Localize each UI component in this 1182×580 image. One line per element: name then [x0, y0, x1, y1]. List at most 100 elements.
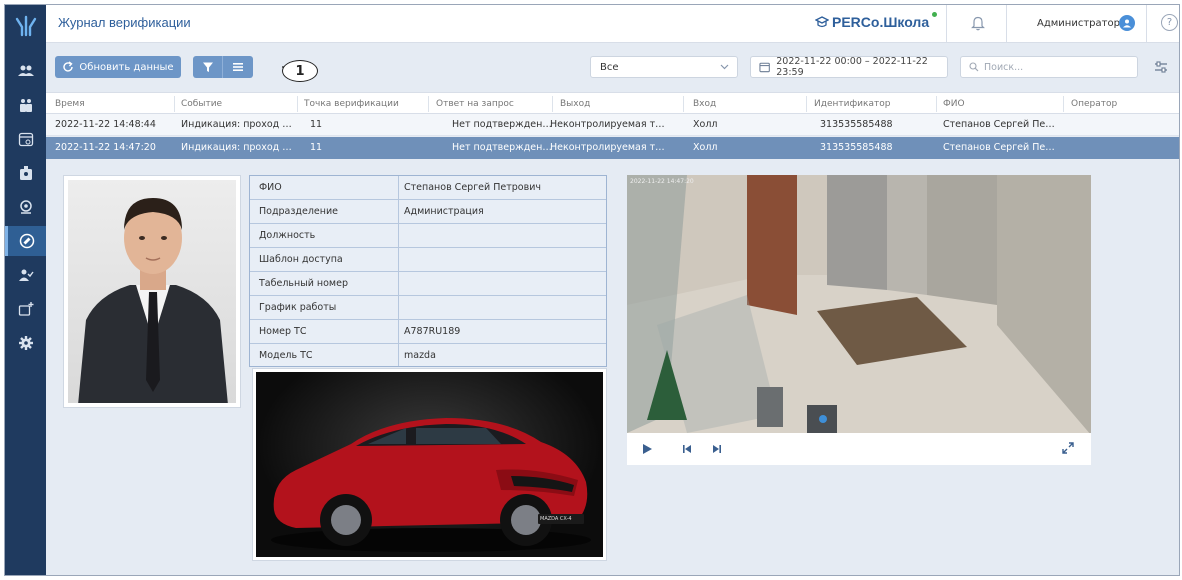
date-range-value: 2022-11-22 00:00 – 2022-11-22 23:59	[776, 56, 928, 78]
user-name[interactable]: Администратор	[1037, 18, 1120, 29]
sidebar-item-schedule[interactable]	[5, 124, 46, 154]
callout-number: 1	[282, 60, 318, 82]
filter-icon	[202, 62, 213, 72]
column-header-event[interactable]: Событие	[181, 93, 222, 115]
info-row-personnel-number: Табельный номер	[250, 272, 606, 296]
cell-response: Нет подтверждения	[452, 119, 552, 130]
user-check-icon	[18, 269, 34, 281]
cell-entry: Холл	[693, 119, 718, 130]
column-separator[interactable]	[297, 96, 298, 112]
chevron-down-icon	[720, 64, 729, 70]
column-separator[interactable]	[552, 96, 553, 112]
info-label: Табельный номер	[259, 278, 348, 289]
column-header-operator[interactable]: Оператор	[1071, 93, 1117, 115]
header: Журнал верификации PERCo.Школа Администр…	[46, 5, 1179, 43]
bell-icon[interactable]	[971, 15, 985, 31]
sidebar-item-settings[interactable]	[5, 328, 46, 358]
sidebar-item-users[interactable]	[5, 56, 46, 86]
column-separator[interactable]	[1063, 96, 1064, 112]
info-label: Шаблон доступа	[259, 254, 343, 265]
user-avatar-icon[interactable]	[1119, 15, 1135, 31]
brand-logo[interactable]: PERCo.Школа	[815, 14, 929, 30]
column-separator[interactable]	[936, 96, 937, 112]
column-header-checkpoint[interactable]: Точка верификации	[304, 93, 399, 115]
app-window: Журнал верификации PERCo.Школа Администр…	[4, 4, 1180, 576]
search-input[interactable]: Поиск...	[960, 56, 1138, 78]
table-row[interactable]: 2022-11-22 14:48:44 Индикация: проход со…	[46, 114, 1179, 136]
table-row-selected[interactable]: 2022-11-22 14:47:20 Индикация: проход со…	[46, 137, 1179, 159]
help-icon[interactable]: ?	[1161, 14, 1178, 31]
column-header-fullname[interactable]: ФИО	[943, 93, 965, 115]
cell-response: Нет подтверждения	[452, 142, 552, 153]
play-icon[interactable]	[642, 443, 653, 455]
menu-button[interactable]	[223, 56, 253, 78]
refresh-icon	[63, 61, 74, 72]
search-placeholder: Поиск...	[984, 61, 1024, 73]
info-row-vehicle-model: Модель ТС mazda	[250, 344, 606, 368]
column-header-identifier[interactable]: Идентификатор	[814, 93, 890, 115]
refresh-button[interactable]: Обновить данные	[55, 56, 181, 78]
skip-forward-icon[interactable]	[712, 444, 722, 454]
cell-checkpoint: 11	[310, 142, 323, 153]
vehicle-photo: MAZDA CX-4	[252, 368, 607, 561]
sidebar-item-add-device[interactable]	[5, 294, 46, 324]
sidebar-item-badges[interactable]	[5, 158, 46, 188]
employee-photo	[63, 175, 241, 408]
cell-fullname: Степанов Сергей Петр...	[943, 119, 1058, 130]
column-separator[interactable]	[428, 96, 429, 112]
cell-exit: Неконтролируемая те...	[550, 142, 670, 153]
cell-event: Индикация: проход со...	[181, 142, 293, 153]
sliders-icon[interactable]	[1153, 59, 1169, 75]
info-value: Степанов Сергей Петрович	[404, 182, 541, 193]
cell-checkpoint: 11	[310, 119, 323, 130]
main-area: Журнал верификации PERCo.Школа Администр…	[46, 5, 1179, 575]
sidebar-item-locations[interactable]	[5, 192, 46, 222]
column-header-entry[interactable]: Вход	[693, 93, 716, 115]
column-separator[interactable]	[683, 96, 684, 112]
search-icon	[969, 62, 979, 72]
info-row-department: Подразделение Администрация	[250, 200, 606, 224]
info-row-fullname: ФИО Степанов Сергей Петрович	[250, 176, 606, 200]
sidebar-item-verification[interactable]	[5, 226, 46, 256]
divider	[1006, 5, 1007, 43]
column-header-response[interactable]: Ответ на запрос	[436, 93, 514, 115]
date-range-picker[interactable]: 2022-11-22 00:00 – 2022-11-22 23:59	[750, 56, 948, 78]
video-controls	[627, 433, 1091, 463]
users-icon	[17, 65, 34, 76]
column-header-exit[interactable]: Выход	[560, 93, 590, 115]
gear-icon	[18, 336, 33, 350]
column-separator[interactable]	[806, 96, 807, 112]
badge-icon	[19, 166, 32, 180]
cell-operator	[1071, 114, 1171, 136]
column-separator[interactable]	[174, 96, 175, 112]
info-label: Подразделение	[259, 206, 338, 217]
event-filter-select[interactable]: Все	[590, 56, 738, 78]
employees-icon	[19, 99, 32, 112]
cell-identifier: 313535585488	[820, 142, 893, 153]
filter-button[interactable]	[193, 56, 223, 78]
info-label: Модель ТС	[259, 350, 313, 361]
refresh-button-label: Обновить данные	[79, 61, 174, 73]
page-title: Журнал верификации	[58, 15, 191, 30]
sidebar-item-user-check[interactable]	[5, 260, 46, 290]
cell-operator	[1071, 137, 1171, 159]
online-status-dot	[932, 12, 937, 17]
verification-icon	[19, 233, 35, 249]
skip-back-icon[interactable]	[682, 444, 692, 454]
camera-feed-image: 2022-11-22 14:47:20	[627, 175, 1091, 433]
sidebar-item-employees[interactable]	[5, 90, 46, 120]
brand-name: PERCo.Школа	[832, 14, 930, 30]
add-device-icon	[18, 302, 33, 316]
fullscreen-icon[interactable]	[1062, 442, 1074, 454]
car-plate-text: MAZDA CX-4	[540, 516, 572, 522]
person-portrait-image	[68, 180, 236, 403]
logo-icon[interactable]	[5, 5, 46, 46]
cell-exit: Неконтролируемая те...	[550, 119, 670, 130]
cell-fullname: Степанов Сергей Петр...	[943, 142, 1058, 153]
cell-time: 2022-11-22 14:48:44	[55, 119, 156, 130]
cell-entry: Холл	[693, 142, 718, 153]
table-header: Время Событие Точка верификации Ответ на…	[46, 92, 1179, 114]
column-header-time[interactable]: Время	[55, 93, 85, 115]
info-value: Администрация	[404, 206, 484, 217]
info-row-position: Должность	[250, 224, 606, 248]
